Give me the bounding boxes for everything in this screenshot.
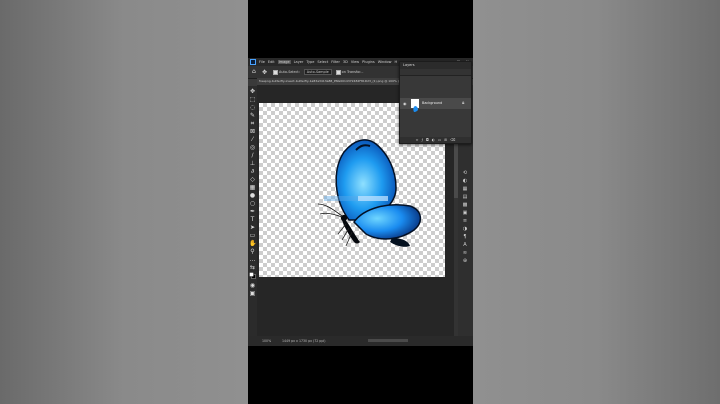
paths-panel-icon[interactable]: ⊕: [462, 259, 468, 264]
menu-layer[interactable]: Layer: [294, 60, 304, 64]
hand-tool-icon[interactable]: ✋: [249, 240, 256, 247]
path-select-icon[interactable]: ➤: [249, 224, 256, 231]
foreground-background-color-icon[interactable]: [249, 272, 256, 279]
eraser-tool-icon[interactable]: ◇: [249, 176, 256, 183]
clone-stamp-icon[interactable]: ⊥: [249, 160, 256, 167]
rectangle-tool-icon[interactable]: ▭: [249, 232, 256, 239]
menu-image[interactable]: Image: [277, 60, 291, 64]
libraries-panel-icon[interactable]: ▣: [462, 211, 468, 216]
quick-select-tool-icon[interactable]: ✎: [249, 112, 256, 119]
lock-icon[interactable]: 🔒︎: [462, 100, 464, 106]
gradients-panel-icon[interactable]: ▤: [462, 195, 468, 200]
properties-panel-icon[interactable]: ≡: [462, 219, 468, 224]
color-swap-icon[interactable]: ⇆: [249, 264, 256, 271]
auto-select-label: Auto-Select:: [279, 70, 300, 74]
new-layer-icon[interactable]: ⊞: [444, 137, 447, 143]
auto-select-dropdown[interactable]: Auto-Sample: [303, 69, 332, 75]
trash-icon[interactable]: ⌫: [450, 137, 455, 143]
menu-window[interactable]: Window: [378, 60, 392, 64]
link-icon[interactable]: ∞: [416, 137, 419, 143]
quick-mask-icon[interactable]: ◉: [249, 282, 256, 289]
more-tools-icon[interactable]: …: [249, 256, 256, 263]
healing-brush-icon[interactable]: ◎: [249, 144, 256, 151]
history-brush-icon[interactable]: ∂: [249, 168, 256, 175]
menu-plugins[interactable]: Plugins: [362, 60, 375, 64]
menu-type[interactable]: Type: [306, 60, 314, 64]
patterns-panel-icon[interactable]: ▩: [462, 203, 468, 208]
folder-icon[interactable]: ▭: [438, 137, 441, 143]
horizontal-scrollbar-thumb[interactable]: [368, 339, 408, 342]
menu-file[interactable]: File: [259, 60, 265, 64]
blurred-background-left: [0, 0, 248, 404]
paragraph-panel-icon[interactable]: ¶: [462, 235, 468, 240]
layers-panel-footer: ∞ ƒ ◘ ◐ ▭ ⊞ ⌫: [400, 137, 471, 143]
screen-mode-icon[interactable]: ▣: [249, 290, 256, 297]
transform-controls-checkbox[interactable]: [335, 69, 341, 75]
layer-row-background[interactable]: ◉ Background 🔒︎: [400, 98, 471, 112]
photoshop-window: File Edit Image Layer Type Select Filter…: [248, 58, 473, 346]
type-tool-icon[interactable]: T: [249, 216, 256, 223]
document-dimensions: 1449 px x 1730 px (72 ppi): [282, 339, 326, 343]
document-tab[interactable]: freepng-butterfly-insect-butterfly-1a83a…: [257, 78, 404, 85]
adjust-icon[interactable]: ◐: [432, 137, 435, 143]
layers-panel-title[interactable]: Layers: [400, 62, 471, 69]
character-panel-icon[interactable]: A: [462, 243, 468, 248]
layer-thumbnail: [411, 99, 419, 112]
layer-name: Background: [422, 101, 443, 105]
auto-select-checkbox[interactable]: [273, 69, 279, 75]
lasso-tool-icon[interactable]: ◌: [249, 104, 256, 111]
brush-tool-icon[interactable]: ∕: [249, 152, 256, 159]
channels-panel-icon[interactable]: ≋: [462, 251, 468, 256]
marquee-tool-icon[interactable]: ⬚: [249, 96, 256, 103]
frame-tool-icon[interactable]: ⊠: [249, 128, 256, 135]
adjustments-panel-icon[interactable]: ◑: [462, 227, 468, 232]
butterfly-image: [317, 139, 422, 247]
eyedropper-tool-icon[interactable]: ⁄: [249, 136, 256, 143]
swatches-panel-icon[interactable]: ▦: [462, 187, 468, 192]
menu-help[interactable]: H: [395, 60, 398, 64]
move-tool-icon[interactable]: ✥: [249, 88, 256, 95]
menu-3d[interactable]: 3D: [343, 60, 348, 64]
menu-select[interactable]: Select: [317, 60, 328, 64]
move-tool-icon: ✥: [262, 68, 268, 76]
zoom-level[interactable]: 100%: [262, 336, 271, 346]
layers-panel: Layers ◉ Background 🔒︎ ∞ ƒ ◘ ◐ ▭ ⊞ ⌫: [399, 61, 472, 144]
tools-panel: ✥ ⬚ ◌ ✎ ⌗ ⊠ ⁄ ◎ ∕ ⊥ ∂ ◇ ▦ ● ○ ✒ T ➤ ▭ ✋ …: [248, 86, 257, 336]
transform-controls-label: on Transfor...: [341, 70, 364, 74]
history-panel-icon[interactable]: ⟲: [462, 171, 468, 176]
visibility-eye-icon[interactable]: ◉: [403, 101, 407, 106]
menu-edit[interactable]: Edit: [268, 60, 275, 64]
menu-view[interactable]: View: [351, 60, 359, 64]
menu-filter[interactable]: Filter: [331, 60, 340, 64]
home-icon[interactable]: ⌂: [252, 69, 258, 75]
dodge-tool-icon[interactable]: ○: [249, 200, 256, 207]
video-frame: File Edit Image Layer Type Select Filter…: [248, 0, 473, 404]
blurred-background-right: [473, 0, 720, 404]
blur-tool-icon[interactable]: ●: [249, 192, 256, 199]
fx-icon[interactable]: ƒ: [422, 137, 423, 143]
pen-tool-icon[interactable]: ✒: [249, 208, 256, 215]
layers-panel-controls: [400, 69, 471, 76]
status-bar: 100% 1449 px x 1730 px (72 ppi): [248, 336, 473, 346]
zoom-tool-icon[interactable]: ⚲: [249, 248, 256, 255]
crop-tool-icon[interactable]: ⌗: [249, 120, 256, 127]
photoshop-logo-icon: [250, 59, 256, 65]
color-panel-icon[interactable]: ◐: [462, 179, 468, 184]
gradient-tool-icon[interactable]: ▦: [249, 184, 256, 191]
mask-icon[interactable]: ◘: [426, 137, 429, 143]
